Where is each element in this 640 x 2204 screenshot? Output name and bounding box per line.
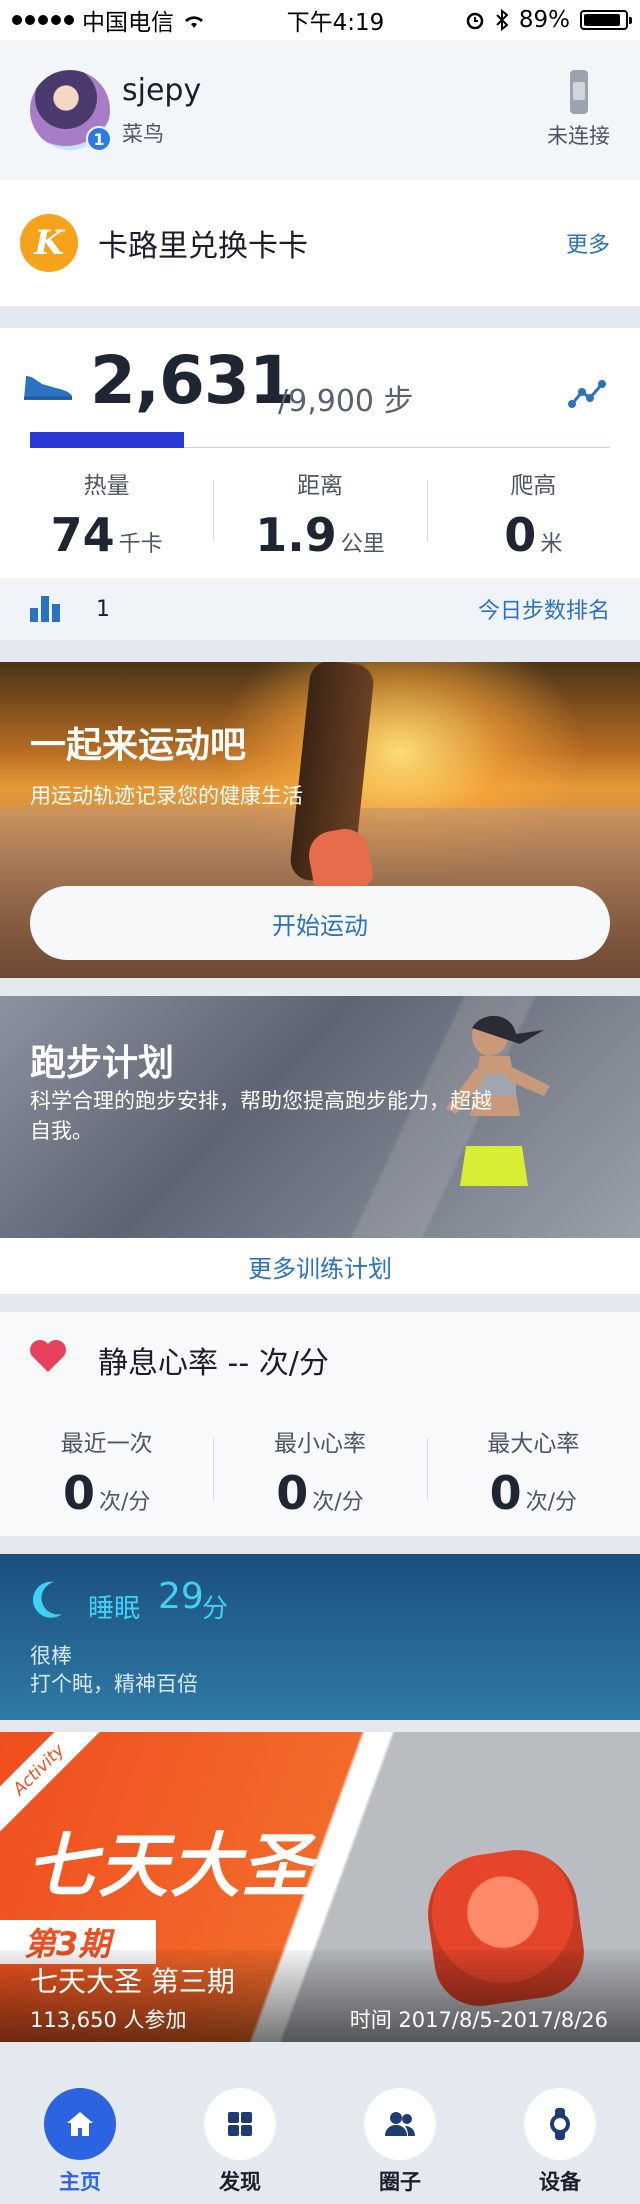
step-ranking-link[interactable]: 今日步数排名: [478, 593, 610, 625]
calorie-exchange-card[interactable]: K 卡路里兑换卡卡 更多: [0, 180, 640, 306]
watch-icon: [550, 2108, 570, 2140]
tab-discover[interactable]: 发现: [160, 2060, 320, 2204]
rank-value: 1: [96, 596, 110, 622]
min-heart-rate: 最小心率 0 次/分: [213, 1424, 426, 1520]
alarm-icon: [466, 12, 484, 30]
latest-heart-rate: 最近一次 0 次/分: [0, 1424, 213, 1520]
sleep-card[interactable]: 睡眠 29 分 很棒 打个盹，精神百倍: [0, 1554, 640, 1720]
more-training-plans-link[interactable]: 更多训练计划: [0, 1238, 640, 1294]
stat-label: 热量: [83, 473, 130, 499]
discover-icon: [228, 2112, 252, 2136]
climb-stat: 爬高 0米: [426, 466, 640, 562]
bar-chart-icon: [30, 596, 60, 622]
calorie-exchange-title: 卡路里兑换卡卡: [98, 229, 308, 264]
tab-label: 发现: [219, 2170, 261, 2194]
steps-card[interactable]: 2,631 /9,900 步 热量 74 千卡 距离 1.9 公里 爬高 0米: [0, 328, 640, 578]
step-ranking-row[interactable]: 1 今日步数排名: [0, 578, 640, 640]
stat-value: 0: [489, 1466, 522, 1520]
stat-unit: 次/分: [525, 1490, 578, 1515]
tab-device[interactable]: 设备: [480, 2060, 640, 2204]
stat-label: 最小心率: [273, 1431, 366, 1457]
moon-icon: [33, 1581, 62, 1618]
activity-banner[interactable]: Activity 七天大圣 第3期 七天大圣 第三期 113,650 人参加 时…: [0, 1732, 640, 2042]
bottom-tab-bar: 主页 发现 圈子 设备: [0, 2060, 640, 2204]
sport-banner-subtitle: 用运动轨迹记录您的健康生活: [30, 784, 303, 808]
activity-time: 时间 2017/8/5-2017/8/26: [349, 2008, 608, 2032]
more-link[interactable]: 更多: [566, 227, 610, 259]
tab-label: 圈子: [379, 2170, 421, 2194]
level-badge: 1: [86, 126, 112, 152]
sleep-value: 29: [158, 1576, 204, 1617]
battery-percent: 89%: [518, 7, 570, 33]
bluetooth-icon: [496, 9, 509, 31]
heart-rate-stats: 最近一次 0 次/分 最小心率 0 次/分 最大心率 0 次/分: [0, 1424, 640, 1520]
stat-unit: 千卡: [118, 532, 163, 557]
device-status-label: 未连接: [547, 124, 610, 148]
activity-participants: 113,650 人参加: [30, 2008, 187, 2032]
kaka-logo-icon: K: [20, 214, 78, 272]
step-count: 2,631: [90, 342, 295, 419]
activity-name: 七天大圣 第三期: [30, 1965, 235, 1998]
distance-stat: 距离 1.9 公里: [213, 466, 426, 562]
sleep-comment: 打个盹，精神百倍: [30, 1672, 198, 1696]
clock: 下午4:19: [286, 10, 385, 36]
tab-label: 设备: [539, 2170, 581, 2194]
sleep-label: 睡眠: [88, 1594, 141, 1624]
stat-value: 0: [276, 1466, 309, 1520]
user-rank: 菜鸟: [122, 121, 164, 146]
tab-label: 主页: [59, 2170, 101, 2194]
stat-value: 1.9: [255, 508, 337, 562]
tab-home[interactable]: 主页: [0, 2060, 160, 2204]
step-stats: 热量 74 千卡 距离 1.9 公里 爬高 0米: [0, 466, 640, 562]
stat-label: 最大心率: [487, 1431, 580, 1457]
activity-banner-title: 七天大圣: [26, 1825, 314, 1907]
device-status-button[interactable]: 未连接: [547, 70, 610, 150]
stat-label: 最近一次: [60, 1431, 153, 1457]
avatar[interactable]: 1: [30, 70, 112, 152]
plan-banner-title: 跑步计划: [30, 1043, 175, 1084]
trend-chart-icon[interactable]: [568, 378, 606, 410]
step-goal: /9,900 步: [278, 384, 414, 419]
start-sport-banner[interactable]: 一起来运动吧 用运动轨迹记录您的健康生活 开始运动: [0, 662, 640, 978]
people-icon: [385, 2112, 415, 2136]
signal-icon: [12, 15, 74, 25]
running-plan-banner[interactable]: 跑步计划 科学合理的跑步安排，帮助您提高跑步能力，超越自我。: [0, 996, 640, 1238]
sleep-quality: 很棒: [30, 1644, 72, 1668]
stat-unit: 米: [540, 532, 563, 557]
band-icon: [569, 70, 588, 114]
heart-icon: [30, 1340, 66, 1372]
wifi-icon: [185, 16, 203, 28]
start-sport-button[interactable]: 开始运动: [30, 886, 610, 960]
tab-circle[interactable]: 圈子: [320, 2060, 480, 2204]
stat-label: 爬高: [510, 473, 557, 499]
max-heart-rate: 最大心率 0 次/分: [426, 1424, 640, 1520]
stat-unit: 公里: [340, 532, 385, 557]
carrier-label: 中国电信: [82, 10, 174, 36]
sleep-unit: 分: [202, 1594, 229, 1624]
heart-rate-card[interactable]: 静息心率 -- 次/分 最近一次 0 次/分 最小心率 0 次/分 最大心率 0 次/…: [0, 1312, 640, 1536]
plan-banner-subtitle: 科学合理的跑步安排，帮助您提高跑步能力，超越自我。: [30, 1089, 492, 1143]
calories-stat: 热量 74 千卡: [0, 466, 213, 562]
resting-heart-rate-title: 静息心率 -- 次/分: [98, 1346, 329, 1381]
battery-icon: [580, 10, 632, 30]
user-name: sjepy: [122, 72, 202, 108]
step-progress-bar: [30, 432, 610, 448]
stat-unit: 次/分: [312, 1490, 364, 1515]
sport-banner-title: 一起来运动吧: [30, 725, 247, 766]
profile-header: 1 sjepy 菜鸟 未连接: [0, 40, 640, 180]
shoe-icon: [24, 376, 72, 400]
status-bar: 中国电信 下午4:19 89%: [0, 0, 640, 40]
home-icon: [67, 2112, 93, 2136]
stat-unit: 次/分: [98, 1490, 151, 1515]
stat-value: 0: [504, 508, 537, 562]
stat-value: 74: [50, 508, 115, 562]
stat-label: 距离: [296, 473, 343, 499]
stat-value: 0: [62, 1466, 95, 1520]
